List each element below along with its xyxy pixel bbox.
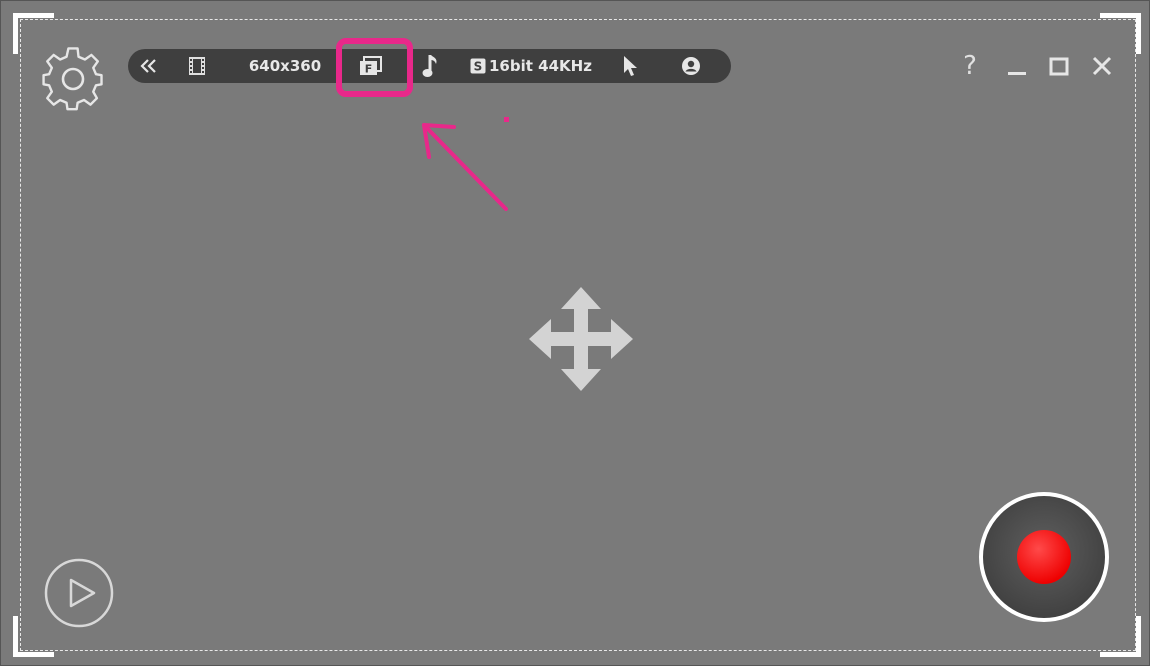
s-badge-icon: S [470, 58, 486, 74]
audio-source-button[interactable]: S 16bit 44KHz [470, 49, 600, 83]
close-icon [1092, 56, 1112, 76]
film-icon [189, 57, 205, 75]
svg-text:S: S [474, 60, 483, 74]
play-button[interactable] [44, 558, 114, 628]
music-note-icon [422, 55, 437, 77]
webcam-icon [682, 57, 700, 75]
collapse-toolbar-button[interactable] [134, 49, 164, 83]
capture-toolbar: 640x360 F S 16bit 44KHz [128, 49, 731, 83]
gear-icon [42, 47, 103, 111]
recorder-capture-area: 640x360 F S 16bit 44KHz ? [0, 0, 1150, 666]
minimize-button[interactable] [1003, 51, 1031, 81]
help-button[interactable]: ? [956, 51, 984, 81]
play-icon [44, 558, 114, 628]
settings-button[interactable] [41, 41, 105, 113]
cursor-arrow-icon [624, 56, 637, 76]
resize-handle-top-right[interactable] [1100, 13, 1141, 54]
close-button[interactable] [1088, 51, 1116, 81]
svg-text:F: F [365, 63, 373, 76]
resolution-label[interactable]: 640x360 [240, 49, 330, 83]
audio-format-label: 16bit 44KHz [489, 57, 592, 75]
double-chevron-left-icon [140, 59, 156, 73]
maximize-icon [1049, 57, 1069, 76]
webcam-button[interactable] [678, 49, 704, 83]
f-window-icon: F [360, 56, 382, 76]
audio-settings-button[interactable] [418, 49, 444, 83]
move-handle[interactable] [527, 285, 635, 393]
record-button[interactable] [977, 490, 1111, 624]
move-arrows-icon [529, 287, 633, 391]
fullscreen-region-button[interactable]: F [356, 49, 386, 83]
minimize-icon [1008, 72, 1026, 75]
video-settings-button[interactable] [184, 49, 210, 83]
record-icon [979, 492, 1109, 622]
maximize-button[interactable] [1045, 51, 1073, 81]
cursor-settings-button[interactable] [618, 49, 642, 83]
